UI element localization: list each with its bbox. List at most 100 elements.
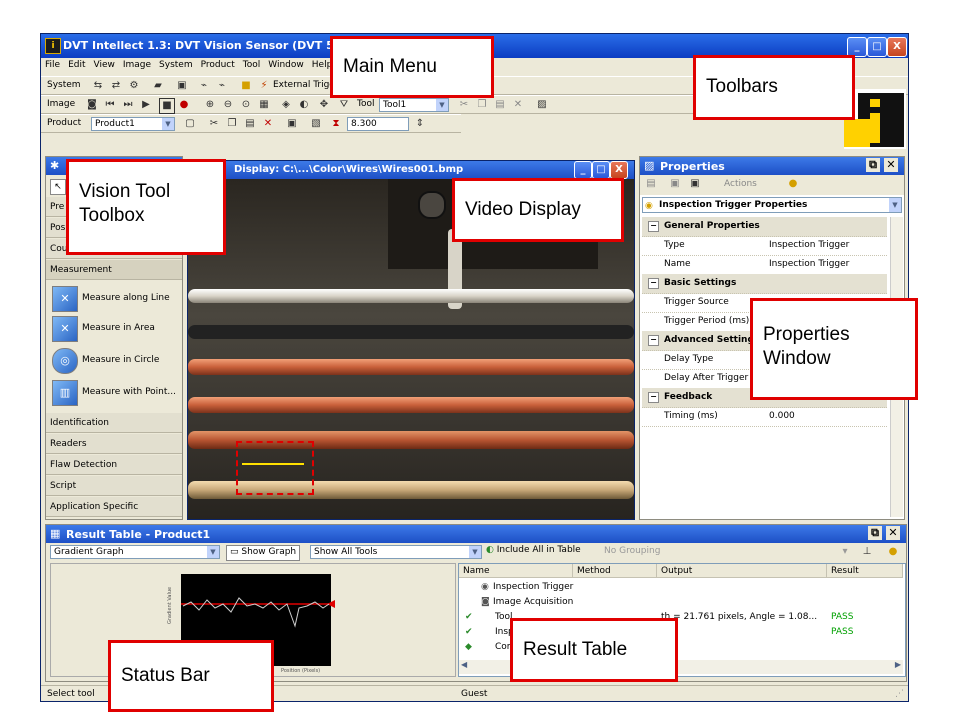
pointer-icon[interactable]: ↖ — [50, 179, 66, 195]
table-row[interactable]: ◉ Inspection Trigger — [459, 580, 903, 594]
record-icon[interactable]: ● — [177, 98, 191, 112]
measurement-roi[interactable] — [236, 441, 314, 495]
float-icon[interactable]: ⧉ — [866, 158, 880, 172]
alphabetical-icon[interactable]: ▣ — [688, 177, 702, 191]
include-all-toggle[interactable]: ◐ Include All in Table — [486, 545, 581, 555]
hierarchy-icon[interactable]: ⊥ — [860, 545, 874, 559]
trigger-icon[interactable]: ■ — [239, 79, 253, 93]
stop-icon[interactable]: ■ — [159, 98, 175, 114]
close-icon[interactable]: ✕ — [886, 526, 900, 540]
property-group[interactable]: − Basic Settings — [642, 274, 887, 294]
category-application-specific[interactable]: Application Specific — [46, 497, 182, 517]
video-header[interactable]: Display: C:\...\Color\Wires\Wires001.bmp… — [188, 161, 634, 179]
show-graph-button[interactable]: ▭ Show Graph — [226, 545, 301, 561]
exposure-icon[interactable]: ⧗ — [329, 117, 343, 131]
col-name[interactable]: Name — [459, 564, 573, 578]
menu-image[interactable]: Image — [119, 58, 155, 72]
cut-icon[interactable]: ✂ — [457, 98, 471, 112]
menu-product[interactable]: Product — [197, 58, 239, 72]
tool-measure-along-line[interactable]: ✕ Measure along Line — [52, 285, 170, 312]
spinner-icon[interactable]: ⇕ — [413, 117, 427, 131]
tool-measure-in-circle[interactable]: ◎ Measure in Circle — [52, 347, 159, 374]
property-group[interactable]: − General Properties — [642, 217, 887, 237]
collapse-icon[interactable]: − — [648, 278, 659, 289]
grid-icon[interactable]: ▦ — [257, 98, 271, 112]
menu-system[interactable]: System — [155, 58, 197, 72]
delete-icon[interactable]: ✕ — [511, 98, 525, 112]
property-row[interactable]: Type Inspection Trigger — [642, 236, 887, 256]
cut-icon[interactable]: ✂ — [207, 117, 221, 131]
category-flaw-detection[interactable]: Flaw Detection — [46, 455, 182, 475]
collapse-icon[interactable]: − — [648, 392, 659, 403]
category-measurement[interactable]: Measurement — [46, 260, 182, 280]
external-trigger-icon[interactable]: ⚡ — [257, 79, 271, 93]
open-folder-icon[interactable]: ▰ — [151, 79, 165, 93]
menu-edit[interactable]: Edit — [64, 58, 89, 72]
move-icon[interactable]: ✥ — [317, 98, 331, 112]
help-icon[interactable]: ● — [886, 545, 900, 559]
image-icon[interactable]: ▧ — [309, 117, 323, 131]
tools-filter-select[interactable]: Show All Tools ▼ — [310, 545, 482, 559]
scroll-right-icon[interactable]: ▶ — [895, 660, 901, 669]
video-minimize-button[interactable]: _ — [574, 161, 592, 179]
property-row[interactable]: Timing (ms) 0.000 — [642, 407, 887, 427]
tool-select[interactable]: Tool1 ▼ — [379, 98, 449, 112]
tool-measure-with-point[interactable]: ▥ Measure with Point... — [52, 379, 176, 406]
link-icon[interactable]: ⌁ — [197, 79, 211, 93]
menu-tool[interactable]: Tool — [239, 58, 264, 72]
zoom-in-icon[interactable]: ⊕ — [203, 98, 217, 112]
categorize-icon[interactable]: ▣ — [668, 177, 682, 191]
table-row[interactable]: ◙ Image Acquisition — [459, 595, 903, 609]
minimize-button[interactable]: _ — [847, 37, 867, 57]
save-icon[interactable]: ▣ — [285, 117, 299, 131]
properties-icon[interactable]: ▨ — [535, 98, 549, 112]
float-icon[interactable]: ⧉ — [868, 526, 882, 540]
sort-icon[interactable]: ▤ — [644, 177, 658, 191]
video-close-button[interactable]: X — [610, 161, 628, 179]
properties-selector[interactable]: ◉ Inspection Trigger Properties ▼ — [642, 197, 902, 213]
filter-icon[interactable]: ⛛ — [337, 98, 351, 112]
property-row[interactable]: Name Inspection Trigger — [642, 255, 887, 275]
col-output[interactable]: Output — [657, 564, 827, 578]
tool-measure-in-area[interactable]: ✕ Measure in Area — [52, 315, 155, 342]
contrast-icon[interactable]: ◐ — [297, 98, 311, 112]
overlay-icon[interactable]: ◈ — [279, 98, 293, 112]
menu-window[interactable]: Window — [264, 58, 308, 72]
close-button[interactable]: X — [887, 37, 907, 57]
settings-icon[interactable]: ⚙ — [127, 79, 141, 93]
copy-icon[interactable]: ❐ — [225, 117, 239, 131]
category-script[interactable]: Script — [46, 476, 182, 496]
video-maximize-button[interactable]: □ — [592, 161, 610, 179]
menu-view[interactable]: View — [90, 58, 119, 72]
next-frame-icon[interactable]: ⏭ — [121, 98, 135, 112]
grouping-select[interactable]: No Grouping — [604, 546, 660, 556]
maximize-button[interactable]: □ — [867, 37, 887, 57]
zoom-out-icon[interactable]: ⊖ — [221, 98, 235, 112]
actions-menu[interactable]: Actions — [724, 179, 757, 189]
paste-icon[interactable]: ▤ — [243, 117, 257, 131]
delete-icon[interactable]: ✕ — [261, 117, 275, 131]
menu-file[interactable]: File — [41, 58, 64, 72]
camera-icon[interactable]: ◙ — [85, 98, 99, 112]
unlink-icon[interactable]: ⌁ — [215, 79, 229, 93]
play-icon[interactable]: ▶ — [139, 98, 153, 112]
collapse-icon[interactable]: − — [648, 335, 659, 346]
help-icon[interactable]: ● — [786, 177, 800, 191]
graph-select[interactable]: Gradient Graph ▼ — [50, 545, 220, 559]
connect-icon[interactable]: ⇆ — [91, 79, 105, 93]
first-frame-icon[interactable]: ⏮ — [103, 98, 117, 112]
paste-icon[interactable]: ▤ — [493, 98, 507, 112]
zoom-fit-icon[interactable]: ⊙ — [239, 98, 253, 112]
resize-grip-icon[interactable]: ⋰ — [895, 686, 904, 702]
col-method[interactable]: Method — [573, 564, 657, 578]
category-readers[interactable]: Readers — [46, 434, 182, 454]
disconnect-icon[interactable]: ⇄ — [109, 79, 123, 93]
result-header[interactable]: ▦ Result Table - Product1 ⧉ ✕ — [46, 525, 906, 543]
product-select[interactable]: Product1 ▼ — [91, 117, 175, 131]
col-result[interactable]: Result — [827, 564, 903, 578]
properties-header[interactable]: ▨ Properties ⧉ ✕ — [640, 157, 904, 175]
category-identification[interactable]: Identification — [46, 413, 182, 433]
chevron-down-icon[interactable]: ▾ — [838, 545, 852, 559]
exposure-input[interactable]: 8.300 — [347, 117, 409, 131]
close-icon[interactable]: ✕ — [884, 158, 898, 172]
